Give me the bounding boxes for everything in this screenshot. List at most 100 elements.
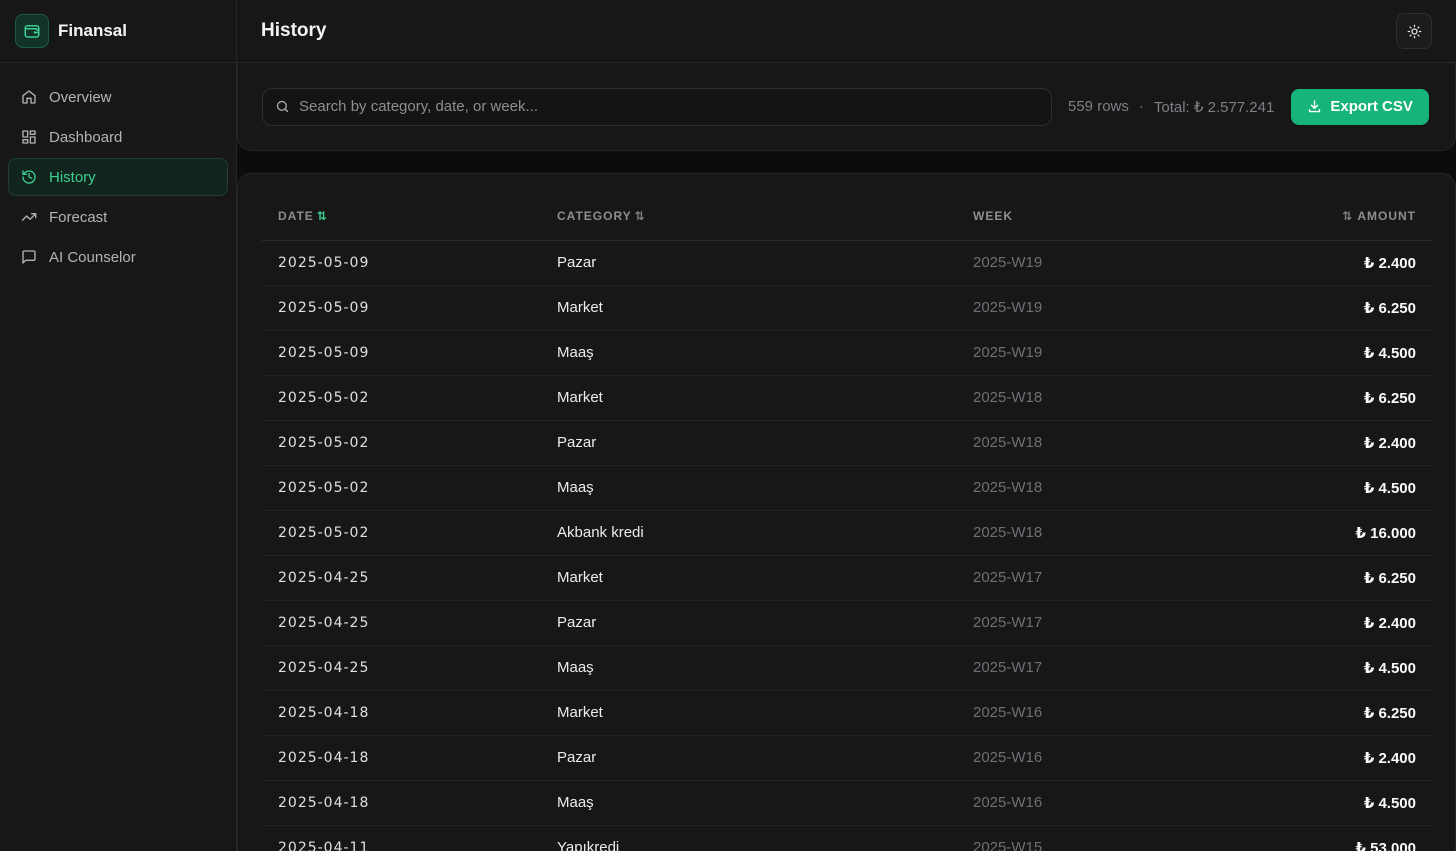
table-row[interactable]: 2025-04-18 Market 2025-W16 ₺ 6.250 xyxy=(262,690,1432,736)
cell-date: 2025-04-18 xyxy=(262,735,541,781)
cell-date: 2025-05-02 xyxy=(262,375,541,421)
column-header-category[interactable]: CATEGORY ⇅ xyxy=(541,192,957,241)
sidebar: Finansal Overview Dashboard History Fore… xyxy=(0,0,237,851)
sidebar-item-history[interactable]: History xyxy=(8,158,228,196)
table-row[interactable]: 2025-05-09 Pazar 2025-W19 ₺ 2.400 xyxy=(262,240,1432,286)
search-box[interactable] xyxy=(262,87,1052,126)
sidebar-item-label: Dashboard xyxy=(49,128,123,146)
table-row[interactable]: 2025-05-02 Pazar 2025-W18 ₺ 2.400 xyxy=(262,420,1432,466)
table-row[interactable]: 2025-05-02 Maaş 2025-W18 ₺ 4.500 xyxy=(262,465,1432,511)
grid-icon xyxy=(21,129,37,145)
toolbar-card: 559 rows · Total: ₺ 2.577.241 Export CSV xyxy=(237,63,1456,151)
sidebar-nav: Overview Dashboard History Forecast AI C… xyxy=(0,63,236,291)
sidebar-item-label: AI Counselor xyxy=(49,248,136,266)
trend-icon xyxy=(21,209,37,225)
cell-category: Maaş xyxy=(541,645,957,691)
cell-week: 2025-W15 xyxy=(957,825,1257,851)
app-root: Finansal Overview Dashboard History Fore… xyxy=(0,0,1456,851)
column-header-date[interactable]: DATE ⇅ xyxy=(262,192,541,241)
cell-category: Pazar xyxy=(541,600,957,646)
table-row[interactable]: 2025-05-02 Akbank kredi 2025-W18 ₺ 16.000 xyxy=(262,510,1432,556)
sort-icon: ⇅ xyxy=(316,208,328,223)
cell-category: Maaş xyxy=(541,465,957,511)
cell-date: 2025-05-02 xyxy=(262,420,541,466)
table-header-row: DATE ⇅ CATEGORY ⇅ WEEK ⇅ AMOUNT xyxy=(262,192,1432,241)
table-row[interactable]: 2025-04-25 Market 2025-W17 ₺ 6.250 xyxy=(262,555,1432,601)
history-icon xyxy=(21,169,37,185)
cell-week: 2025-W18 xyxy=(957,375,1257,421)
cell-date: 2025-04-18 xyxy=(262,780,541,826)
table-row[interactable]: 2025-05-09 Market 2025-W19 ₺ 6.250 xyxy=(262,285,1432,331)
cell-date: 2025-04-25 xyxy=(262,600,541,646)
cell-category: Market xyxy=(541,285,957,331)
cell-category: Market xyxy=(541,375,957,421)
cell-week: 2025-W18 xyxy=(957,510,1257,556)
cell-week: 2025-W17 xyxy=(957,645,1257,691)
main-content: History 559 rows · Total: ₺ 2.577.241 xyxy=(237,0,1456,851)
cell-week: 2025-W16 xyxy=(957,690,1257,736)
table-row[interactable]: 2025-05-02 Market 2025-W18 ₺ 6.250 xyxy=(262,375,1432,421)
column-label: DATE xyxy=(278,208,314,223)
sidebar-item-dashboard[interactable]: Dashboard xyxy=(8,118,228,156)
cell-amount: ₺ 4.500 xyxy=(1257,645,1432,691)
column-label: WEEK xyxy=(973,208,1013,223)
cell-amount: ₺ 4.500 xyxy=(1257,330,1432,376)
cell-date: 2025-05-09 xyxy=(262,240,541,286)
cell-amount: ₺ 2.400 xyxy=(1257,240,1432,286)
cell-category: Maaş xyxy=(541,330,957,376)
sun-icon xyxy=(1407,24,1422,39)
cell-week: 2025-W17 xyxy=(957,600,1257,646)
brand-name: Finansal xyxy=(58,21,127,40)
table-row[interactable]: 2025-04-25 Maaş 2025-W17 ₺ 4.500 xyxy=(262,645,1432,691)
cell-date: 2025-04-18 xyxy=(262,690,541,736)
cell-week: 2025-W18 xyxy=(957,465,1257,511)
cell-amount: ₺ 6.250 xyxy=(1257,285,1432,331)
chat-icon xyxy=(21,249,37,265)
export-csv-button[interactable]: Export CSV xyxy=(1291,88,1429,125)
cell-date: 2025-05-09 xyxy=(262,285,541,331)
cell-week: 2025-W16 xyxy=(957,780,1257,826)
sidebar-item-overview[interactable]: Overview xyxy=(8,78,228,116)
sidebar-item-label: Overview xyxy=(49,88,112,106)
cell-category: Akbank kredi xyxy=(541,510,957,556)
cell-week: 2025-W16 xyxy=(957,735,1257,781)
theme-toggle-button[interactable] xyxy=(1396,13,1432,49)
cell-amount: ₺ 6.250 xyxy=(1257,375,1432,421)
cell-category: Maaş xyxy=(541,780,957,826)
table-summary: 559 rows · Total: ₺ 2.577.241 xyxy=(1068,98,1274,116)
page-title: History xyxy=(261,20,327,41)
cell-date: 2025-04-25 xyxy=(262,645,541,691)
cell-amount: ₺ 53.000 xyxy=(1257,825,1432,851)
table-row[interactable]: 2025-04-11 Yapıkredi 2025-W15 ₺ 53.000 xyxy=(262,825,1432,851)
sort-icon: ⇅ xyxy=(1342,208,1354,223)
cell-date: 2025-05-02 xyxy=(262,510,541,556)
brand[interactable]: Finansal xyxy=(0,0,236,63)
cell-week: 2025-W19 xyxy=(957,330,1257,376)
export-label: Export CSV xyxy=(1330,98,1413,115)
topbar: History xyxy=(237,0,1456,63)
table-row[interactable]: 2025-04-18 Pazar 2025-W16 ₺ 2.400 xyxy=(262,735,1432,781)
table-row[interactable]: 2025-04-18 Maaş 2025-W16 ₺ 4.500 xyxy=(262,780,1432,826)
cell-category: Pazar xyxy=(541,240,957,286)
sidebar-item-label: Forecast xyxy=(49,208,108,226)
cell-date: 2025-04-11 xyxy=(262,825,541,851)
search-input[interactable] xyxy=(299,98,1051,115)
sidebar-item-forecast[interactable]: Forecast xyxy=(8,198,228,236)
table-row[interactable]: 2025-05-09 Maaş 2025-W19 ₺ 4.500 xyxy=(262,330,1432,376)
table-row[interactable]: 2025-04-25 Pazar 2025-W17 ₺ 2.400 xyxy=(262,600,1432,646)
column-label: CATEGORY xyxy=(557,208,632,223)
cell-category: Market xyxy=(541,690,957,736)
sidebar-item-ai-counselor[interactable]: AI Counselor xyxy=(8,238,228,276)
cell-amount: ₺ 2.400 xyxy=(1257,420,1432,466)
cell-amount: ₺ 16.000 xyxy=(1257,510,1432,556)
wallet-icon xyxy=(15,14,49,48)
cell-amount: ₺ 4.500 xyxy=(1257,780,1432,826)
cell-date: 2025-05-09 xyxy=(262,330,541,376)
table-body: 2025-05-09 Pazar 2025-W19 ₺ 2.400 2025-05-0… xyxy=(262,240,1432,851)
history-table: DATE ⇅ CATEGORY ⇅ WEEK ⇅ AMOUNT 2025-05-… xyxy=(262,192,1432,851)
column-header-amount[interactable]: ⇅ AMOUNT xyxy=(1257,192,1432,241)
row-count: 559 rows xyxy=(1068,98,1129,115)
cell-date: 2025-05-02 xyxy=(262,465,541,511)
total-amount: Total: ₺ 2.577.241 xyxy=(1153,98,1275,116)
column-label: AMOUNT xyxy=(1357,208,1416,223)
